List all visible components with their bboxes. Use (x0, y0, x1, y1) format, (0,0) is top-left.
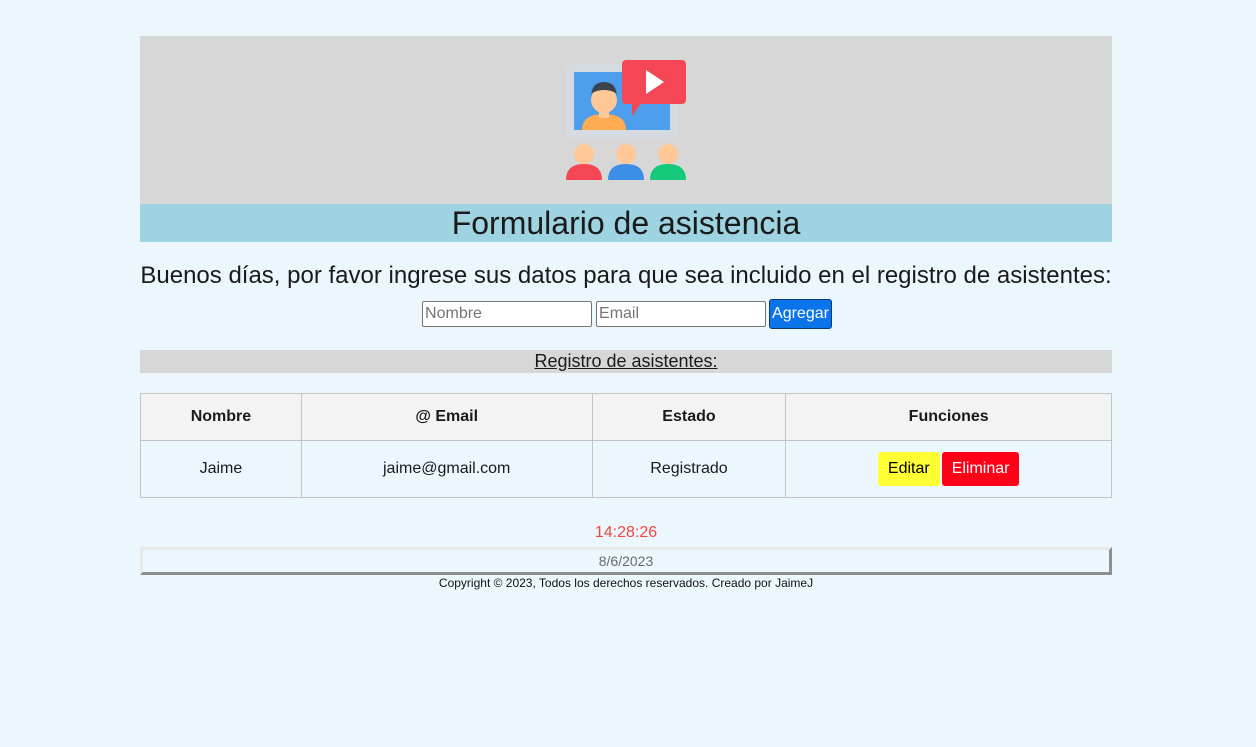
add-button[interactable]: Agregar (769, 299, 832, 329)
copyright-text: Copyright © 2023, Todos los derechos res… (438, 576, 814, 590)
email-input[interactable] (596, 301, 767, 327)
column-header-email: @ Email (300, 393, 593, 441)
column-header-actions: Funciones (785, 393, 1112, 441)
column-header-name: Nombre (140, 393, 302, 441)
date-display: 8/6/2023 (140, 547, 1112, 575)
page-title: Formulario de asistencia (140, 204, 1112, 242)
cell-name: Jaime (140, 440, 302, 498)
cell-email: jaime@gmail.com (300, 440, 593, 498)
greeting-text: Buenos días, por favor ingrese sus datos… (140, 262, 1112, 289)
name-input[interactable] (422, 301, 593, 327)
registry-heading: Registro de asistentes: (140, 350, 1112, 373)
attendee-form: Agregar (140, 299, 1112, 329)
column-header-status: Estado (591, 393, 787, 441)
table-row: Jaime jaime@gmail.com Registrado Editar E… (140, 440, 1112, 498)
cell-status: Registrado (591, 440, 787, 498)
delete-button[interactable]: Eliminar (941, 452, 1020, 486)
clock: 14:28:26 (594, 524, 658, 541)
edit-button[interactable]: Editar (877, 452, 940, 486)
video-conference-icon (566, 60, 686, 180)
header-banner (140, 36, 1112, 204)
page-container: Formulario de asistencia Buenos días, po… (140, 36, 1112, 591)
cell-actions: Editar Eliminar (785, 440, 1112, 498)
table-header-row: Nombre @ Email Estado Funciones (140, 393, 1112, 441)
attendee-table: Nombre @ Email Estado Funciones Jaime ja… (140, 393, 1112, 498)
